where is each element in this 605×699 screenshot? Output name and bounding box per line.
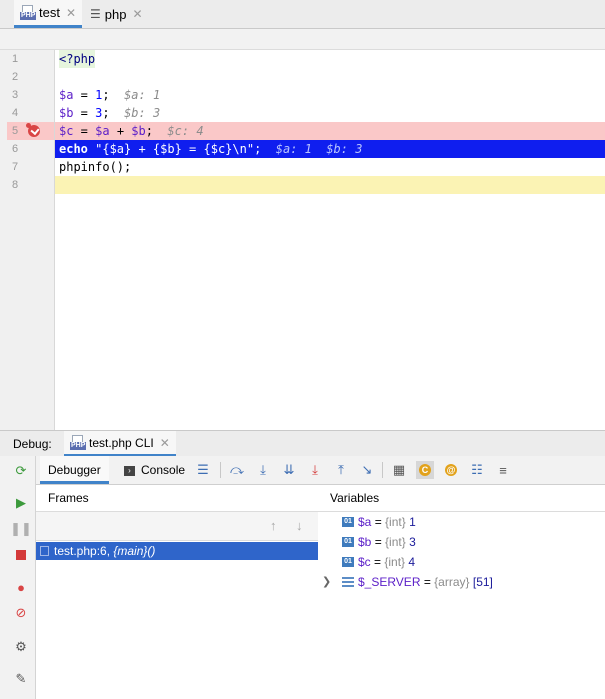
editor-tab-php[interactable]: ☰ php ✕	[84, 0, 149, 28]
tab-label: php	[104, 6, 127, 22]
show-constants-icon[interactable]: C	[416, 461, 434, 479]
frame-icon	[40, 546, 49, 556]
variable-text: $c = {int} 4	[358, 555, 416, 569]
smart-step-into-icon[interactable]: ⤓	[306, 461, 324, 479]
line-number: 2	[12, 71, 19, 83]
code-line[interactable]: 4 $b = 3; $b: 3	[0, 104, 605, 122]
current-line-highlight	[55, 176, 605, 194]
line-number: 6	[12, 143, 19, 155]
editor-tab-bar: PHP test ✕ ☰ php ✕	[0, 0, 605, 29]
frame-label: test.php:6, {main}()	[54, 544, 156, 558]
session-tab-label: test.php CLI	[89, 435, 154, 450]
add-watch-icon[interactable]: ≡	[494, 461, 512, 479]
code-line-current[interactable]: 8	[0, 176, 605, 194]
window-edge	[0, 456, 7, 699]
code-line[interactable]: 7 phpinfo();	[0, 158, 605, 176]
run-to-cursor-icon[interactable]: ↘	[358, 461, 376, 479]
settings-gear-icon[interactable]: ⚙	[12, 638, 30, 656]
inline-value-hint: $b: 3	[326, 142, 363, 156]
php-file-icon: PHP	[70, 435, 87, 450]
code-line-breakpoint[interactable]: 5 $c = $a + $b; $c: 4	[0, 122, 605, 140]
code-text: $a = 1; $a: 1	[59, 88, 161, 102]
close-icon[interactable]: ✕	[66, 6, 76, 20]
debug-side-toolbar: ⟳ ▶ ❚❚ ● ⊘ ⚙ ✎	[7, 456, 36, 699]
inline-value-hint: $a: 1	[275, 142, 312, 156]
line-number: 4	[12, 107, 19, 119]
frame-row[interactable]: test.php:6, {main}()	[36, 542, 318, 560]
variable-text: $a = {int} 1	[358, 515, 416, 529]
frames-toolbar: ↑ ↓	[36, 511, 318, 541]
divider	[318, 511, 605, 512]
console-icon: ›	[124, 465, 135, 476]
show-watches-icon[interactable]: @	[442, 461, 460, 479]
code-text: <?php	[59, 50, 96, 68]
editor-tab-test[interactable]: PHP test ✕	[14, 0, 83, 28]
int-variable-icon: 01	[342, 557, 354, 567]
code-line[interactable]: 2	[0, 68, 605, 86]
text-file-icon: ☰	[90, 7, 101, 21]
line-number: 8	[12, 179, 19, 191]
rerun-icon[interactable]: ⟳	[12, 462, 30, 480]
mute-breakpoints-icon[interactable]: ⊘	[12, 604, 30, 622]
debug-label: Debug:	[13, 437, 52, 451]
variables-panel: Variables 01 $a = {int} 1 01 $b = {int} …	[318, 485, 605, 699]
frames-panel: Frames ↑ ↓ test.php:6, {main}()	[36, 485, 319, 699]
int-variable-icon: 01	[342, 517, 354, 527]
inline-value-hint: $a: 1	[124, 88, 161, 102]
close-icon[interactable]: ✕	[132, 7, 142, 21]
line-number: 7	[12, 161, 19, 173]
code-line[interactable]: 1 <?php	[0, 50, 605, 68]
tab-label: test	[39, 5, 60, 20]
array-variable-icon	[342, 576, 354, 588]
list-icon[interactable]: ☷	[468, 461, 486, 479]
evaluate-expression-icon[interactable]: ▦	[390, 461, 408, 479]
view-breakpoints-icon[interactable]: ●	[12, 578, 30, 596]
pin-icon[interactable]: ✎	[12, 670, 30, 688]
breakpoint-icon[interactable]	[26, 123, 40, 137]
code-text: $c = $a + $b; $c: 4	[59, 124, 204, 138]
layout-menu-icon[interactable]: ☰	[194, 461, 212, 479]
tab-label: Debugger	[48, 463, 101, 477]
step-out-icon[interactable]: ⤒	[332, 461, 350, 479]
toolbar-separator	[382, 462, 383, 478]
debug-session-tab[interactable]: PHP test.php CLI ✕	[64, 431, 176, 457]
php-file-icon: PHP	[20, 5, 37, 20]
step-into-icon[interactable]: ⤓	[254, 461, 272, 479]
tab-debugger[interactable]: Debugger	[40, 456, 109, 484]
force-step-into-icon[interactable]: ⇊	[280, 461, 298, 479]
breadcrumb-bar	[0, 29, 605, 50]
toolbar-separator	[220, 462, 221, 478]
variable-text: $_SERVER = {array} [51]	[358, 575, 493, 589]
code-line[interactable]: 3 $a = 1; $a: 1	[0, 86, 605, 104]
int-variable-icon: 01	[342, 537, 354, 547]
variables-title: Variables	[330, 491, 380, 505]
line-number: 1	[12, 53, 19, 65]
inline-value-hint: $b: 3	[124, 106, 161, 120]
stop-icon[interactable]	[12, 546, 30, 564]
inline-value-hint: $c: 4	[167, 124, 204, 138]
code-text: phpinfo();	[59, 160, 132, 174]
code-text: $b = 3; $b: 3	[59, 106, 161, 120]
pause-icon[interactable]: ❚❚	[10, 520, 32, 538]
step-over-icon[interactable]: ⤼	[228, 461, 246, 479]
line-number: 3	[12, 89, 19, 101]
resume-icon[interactable]: ▶	[12, 494, 30, 512]
arrow-down-icon[interactable]: ↓	[296, 518, 303, 533]
code-line-execution-point[interactable]: 6 echo "{$a} + {$b} = {$c}\n"; $a: 1 $b:…	[0, 140, 605, 158]
debug-tool-window-header: Debug: PHP test.php CLI ✕	[0, 430, 605, 457]
tab-console[interactable]: › Console	[124, 456, 185, 484]
variable-text: $b = {int} 3	[358, 535, 416, 549]
arrow-up-icon[interactable]: ↑	[270, 518, 277, 533]
debugger-toolbar: Debugger › Console ☰ ⤼ ⤓ ⇊ ⤓ ⤒ ↘ ▦ C @ ☷ …	[36, 456, 605, 485]
frames-title: Frames	[48, 491, 89, 505]
code-text: echo "{$a} + {$b} = {$c}\n"; $a: 1 $b: 3	[59, 142, 363, 156]
chevron-right-icon[interactable]: ❯	[322, 573, 331, 591]
tab-label: Console	[141, 463, 186, 477]
close-icon[interactable]: ✕	[160, 436, 170, 450]
